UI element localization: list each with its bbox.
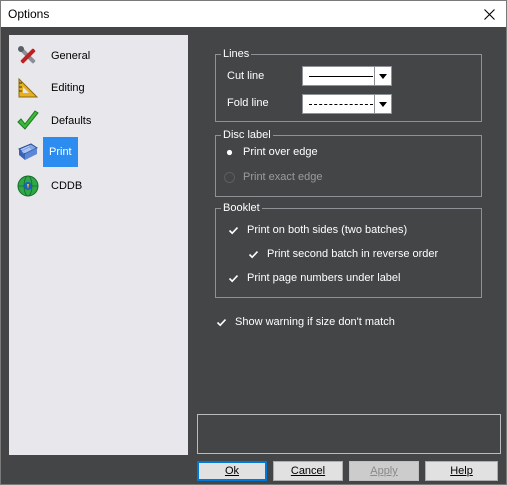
cut-line-select[interactable] <box>302 66 392 86</box>
tools-icon <box>15 43 41 69</box>
checkbox-checked-icon <box>227 224 240 237</box>
page-numbers-checkbox[interactable]: Print page numbers under label <box>227 272 400 285</box>
disc-label-group: Disc label Print over edge Print exact e… <box>215 129 482 197</box>
page-numbers-label: Print page numbers under label <box>247 272 401 284</box>
fold-line-preview <box>309 104 373 105</box>
sidebar-item-label: Editing <box>51 82 85 94</box>
size-warning-checkbox[interactable]: Show warning if size don't match <box>215 316 395 329</box>
sidebar-item-print[interactable]: Print <box>15 137 78 167</box>
disc-label-group-legend: Disc label <box>221 129 273 142</box>
close-button[interactable] <box>472 1 506 27</box>
checkbox-checked-icon <box>215 316 228 329</box>
print-exact-edge-radio[interactable]: Print exact edge <box>223 171 323 184</box>
apply-button[interactable]: Apply <box>349 461 419 481</box>
lines-group-legend: Lines <box>221 48 252 61</box>
sidebar-item-label: Print <box>43 137 78 167</box>
help-button[interactable]: Help <box>425 461 498 481</box>
options-dialog: Options General Editing Defaults Print C… <box>0 0 507 485</box>
lines-group: Lines Cut line Fold line <box>215 48 482 122</box>
title-bar: Options <box>1 1 506 27</box>
checkmark-icon <box>15 108 41 134</box>
print-both-sides-checkbox[interactable]: Print on both sides (two batches) <box>227 224 407 237</box>
sidebar-item-label: CDDB <box>51 180 83 192</box>
apply-button-label: Apply <box>370 465 398 477</box>
booklet-group-legend: Booklet <box>221 202 262 215</box>
checkbox-checked-icon <box>247 248 260 261</box>
sidebar: General Editing Defaults Print CDDB <box>9 35 188 455</box>
printer-icon <box>15 139 41 165</box>
fold-line-dropdown-button[interactable] <box>374 95 391 113</box>
sidebar-item-defaults[interactable]: Defaults <box>15 106 95 136</box>
reverse-order-checkbox[interactable]: Print second batch in reverse order <box>247 248 438 261</box>
info-panel <box>197 414 501 454</box>
checkbox-checked-icon <box>227 272 240 285</box>
window-title: Options <box>8 7 50 21</box>
fold-line-label: Fold line <box>227 97 269 109</box>
print-both-sides-label: Print on both sides (two batches) <box>247 224 408 236</box>
fold-line-select[interactable] <box>302 94 392 114</box>
print-over-edge-label: Print over edge <box>243 146 318 158</box>
sidebar-item-label: Defaults <box>51 115 92 127</box>
chevron-down-icon <box>379 73 387 79</box>
print-over-edge-radio[interactable]: Print over edge <box>223 146 318 159</box>
radio-unselected-icon <box>223 171 236 184</box>
sidebar-item-general[interactable]: General <box>15 41 94 71</box>
close-icon <box>483 8 495 20</box>
cut-line-preview <box>309 76 373 77</box>
print-exact-edge-label: Print exact edge <box>243 171 323 183</box>
size-warning-label: Show warning if size don't match <box>235 316 395 328</box>
sidebar-item-editing[interactable]: Editing <box>15 73 89 103</box>
booklet-group: Booklet Print on both sides (two batches… <box>215 202 482 298</box>
cut-line-label: Cut line <box>227 70 265 82</box>
reverse-order-label: Print second batch in reverse order <box>267 248 439 260</box>
ok-button-label: Ok <box>224 465 240 477</box>
chevron-down-icon <box>379 101 387 107</box>
sidebar-item-label: General <box>51 50 91 62</box>
ok-button[interactable]: Ok <box>197 461 267 481</box>
sidebar-item-cddb[interactable]: CDDB <box>15 171 86 201</box>
radio-selected-icon <box>223 146 236 159</box>
cancel-button[interactable]: Cancel <box>273 461 343 481</box>
cancel-button-label: Cancel <box>290 465 326 477</box>
globe-icon <box>15 173 41 199</box>
cut-line-dropdown-button[interactable] <box>374 67 391 85</box>
ruler-icon <box>15 75 41 101</box>
help-button-label: Help <box>450 465 473 477</box>
